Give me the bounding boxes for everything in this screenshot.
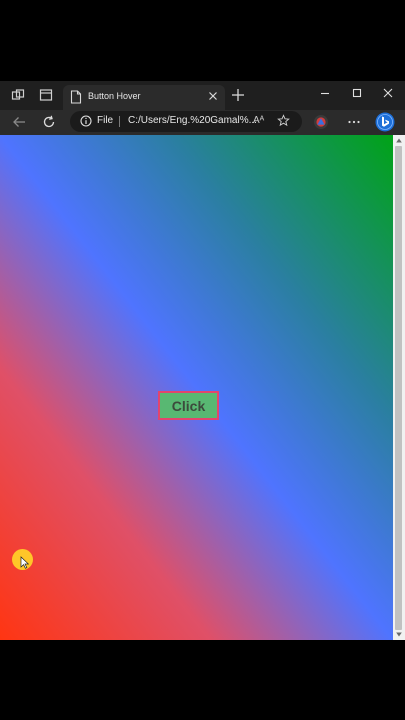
plus-icon[interactable] xyxy=(231,88,245,102)
close-window-icon[interactable] xyxy=(382,87,394,99)
scheme-label: File xyxy=(97,115,114,126)
click-button[interactable]: Click xyxy=(158,391,219,420)
scroll-thumb[interactable] xyxy=(395,146,402,630)
close-icon[interactable] xyxy=(207,90,219,102)
tab-title: Button Hover xyxy=(88,91,141,101)
more-icon[interactable] xyxy=(346,114,362,130)
url-text[interactable]: C:/Users/Eng.%20Gamal%... xyxy=(128,115,257,126)
maximize-icon[interactable] xyxy=(351,87,363,99)
browser-window: Button Hover File C:/Users/Eng.%20Gamal%… xyxy=(0,81,405,640)
address-separator xyxy=(119,116,120,127)
page-viewport: Click xyxy=(0,135,393,640)
minimize-icon[interactable] xyxy=(319,87,331,99)
tab-strip: Button Hover xyxy=(0,81,405,110)
mouse-pointer-icon xyxy=(20,556,29,569)
screen: Button Hover File C:/Users/Eng.%20Gamal%… xyxy=(0,0,405,720)
address-bar[interactable]: File C:/Users/Eng.%20Gamal%... Aᴬ xyxy=(70,111,302,132)
back-arrow-icon[interactable] xyxy=(11,114,27,130)
star-icon[interactable] xyxy=(277,114,290,127)
document-icon xyxy=(70,90,82,104)
workspaces-icon[interactable] xyxy=(11,88,25,102)
bing-icon[interactable] xyxy=(375,112,395,132)
refresh-icon[interactable] xyxy=(41,114,57,130)
scroll-down-icon[interactable] xyxy=(396,632,402,637)
scroll-up-icon[interactable] xyxy=(396,138,402,143)
tab-actions-icon[interactable] xyxy=(39,88,53,102)
toolbar: File C:/Users/Eng.%20Gamal%... Aᴬ xyxy=(0,110,405,135)
read-aloud-icon[interactable]: Aᴬ xyxy=(253,115,264,126)
profile-icon[interactable] xyxy=(313,114,329,130)
info-icon[interactable] xyxy=(80,115,92,127)
tab-button-hover[interactable]: Button Hover xyxy=(63,85,225,110)
vertical-scrollbar[interactable] xyxy=(393,135,405,640)
